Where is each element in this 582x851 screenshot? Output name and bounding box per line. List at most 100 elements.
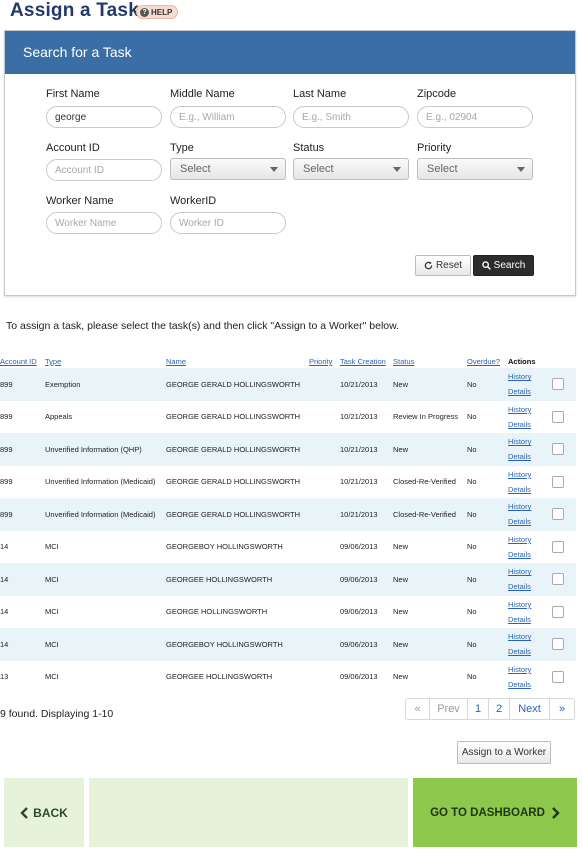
question-icon: ? — [140, 7, 149, 17]
details-link[interactable]: Details — [508, 644, 549, 659]
cell-type: MCI — [45, 542, 59, 552]
page-2-button[interactable]: 2 — [489, 699, 510, 719]
cell-status: New — [393, 563, 467, 596]
cell-overdue: No — [467, 368, 508, 401]
cell-name: GEORGE GERALD HOLLINGSWORTH — [166, 498, 309, 531]
chevron-right-icon — [552, 806, 560, 819]
type-select[interactable]: Select — [170, 158, 286, 180]
table-row: 13 MCI GEORGEE HOLLINGSWORTH 09/06/2013 … — [0, 661, 576, 694]
details-link[interactable]: Details — [508, 547, 549, 562]
cell-overdue: No — [467, 542, 477, 552]
table-row: 899 Appeals GEORGE GERALD HOLLINGSWORTH … — [0, 401, 576, 434]
row-select-checkbox[interactable] — [552, 605, 564, 618]
cell-account-id: 899 — [0, 498, 45, 531]
go-to-dashboard-button[interactable]: GO TO DASHBOARD — [413, 778, 577, 847]
column-header-name[interactable]: Name — [166, 357, 186, 366]
back-button[interactable]: BACK — [4, 778, 84, 847]
account-id-input[interactable] — [46, 159, 162, 181]
history-link[interactable]: History — [508, 434, 549, 449]
last-name-input[interactable] — [293, 106, 409, 128]
history-link[interactable]: History — [508, 532, 549, 547]
details-link[interactable]: Details — [508, 612, 549, 627]
details-link[interactable]: Details — [508, 482, 549, 497]
row-select-checkbox[interactable] — [552, 443, 564, 456]
search-button[interactable]: Search — [473, 255, 534, 276]
history-link[interactable]: History — [508, 629, 549, 644]
cell-overdue: No — [467, 412, 477, 422]
middle-name-label: Middle Name — [170, 88, 235, 100]
history-link[interactable]: History — [508, 467, 549, 482]
column-header-overdue[interactable]: Overdue? — [467, 357, 500, 366]
row-select-checkbox[interactable] — [552, 573, 564, 586]
column-header-type[interactable]: Type — [45, 357, 61, 366]
account-id-label: Account ID — [46, 142, 100, 154]
details-link[interactable]: Details — [508, 417, 549, 432]
history-link[interactable]: History — [508, 597, 549, 612]
first-page-button[interactable]: « — [406, 699, 430, 719]
history-link[interactable]: History — [508, 662, 549, 677]
row-select-checkbox[interactable] — [552, 410, 564, 423]
cell-task-creation: 09/06/2013 — [340, 607, 378, 617]
column-header-status[interactable]: Status — [393, 357, 414, 366]
first-name-input[interactable] — [46, 106, 162, 128]
chevron-down-icon — [270, 167, 278, 172]
search-panel-title: Search for a Task — [5, 31, 575, 74]
row-select-checkbox[interactable] — [552, 670, 564, 683]
row-select-checkbox[interactable] — [552, 475, 564, 488]
instructions-text: To assign a task, please select the task… — [6, 320, 400, 332]
history-link[interactable]: History — [508, 499, 549, 514]
history-link[interactable]: History — [508, 564, 549, 579]
details-link[interactable]: Details — [508, 449, 549, 464]
page-1-button[interactable]: 1 — [468, 699, 489, 719]
history-link[interactable]: History — [508, 369, 549, 384]
details-link[interactable]: Details — [508, 384, 549, 399]
middle-name-input[interactable] — [170, 106, 286, 128]
details-link[interactable]: Details — [508, 677, 549, 692]
chevron-left-icon — [20, 806, 29, 819]
details-link[interactable]: Details — [508, 579, 549, 594]
cell-type: Appeals — [45, 412, 73, 422]
cell-name: GEORGE GERALD HOLLINGSWORTH — [166, 368, 309, 401]
priority-select[interactable]: Select — [417, 158, 533, 180]
status-select[interactable]: Select — [293, 158, 409, 180]
prev-page-button[interactable]: Prev — [430, 699, 468, 719]
help-button[interactable]: ? HELP — [136, 5, 179, 19]
history-link[interactable]: History — [508, 402, 549, 417]
worker-id-input[interactable] — [170, 212, 286, 234]
row-select-checkbox[interactable] — [552, 508, 564, 521]
cell-task-creation: 10/21/2013 — [340, 433, 393, 466]
column-header-task-creation[interactable]: Task Creation — [340, 357, 386, 366]
cell-type: MCI — [45, 607, 59, 617]
status-label: Status — [293, 142, 325, 154]
cell-overdue: No — [467, 498, 508, 531]
cell-name: GEORGE HOLLINGSWORTH — [166, 607, 268, 617]
cell-overdue: No — [467, 433, 508, 466]
details-link[interactable]: Details — [508, 514, 549, 529]
cell-priority — [309, 368, 340, 401]
cell-overdue: No — [467, 563, 508, 596]
cell-task-creation: 10/21/2013 — [340, 368, 393, 401]
table-row: 899 Unverified Information (Medicaid) GE… — [0, 466, 576, 499]
cell-priority — [309, 433, 340, 466]
next-page-button[interactable]: Next — [510, 699, 550, 719]
assign-to-worker-button[interactable]: Assign to a Worker — [457, 741, 551, 764]
search-label: Search — [493, 260, 526, 271]
cell-status: New — [393, 607, 409, 617]
row-select-checkbox[interactable] — [552, 540, 564, 553]
type-label: Type — [170, 142, 194, 154]
cell-type: Exemption — [45, 368, 166, 401]
row-select-checkbox[interactable] — [552, 378, 564, 391]
zipcode-label: Zipcode — [417, 88, 457, 100]
worker-name-input[interactable] — [46, 212, 162, 234]
footer-spacer — [89, 778, 408, 847]
table-header-row: Account ID Type Name Priority Task Creat… — [0, 353, 576, 368]
cell-name: GEORGEE HOLLINGSWORTH — [166, 672, 273, 682]
column-header-priority[interactable]: Priority — [309, 357, 332, 366]
row-select-checkbox[interactable] — [552, 638, 564, 651]
zipcode-input[interactable] — [417, 106, 533, 128]
cell-type: MCI — [45, 563, 166, 596]
column-header-account-id[interactable]: Account ID — [0, 357, 37, 366]
worker-id-label: WorkerID — [170, 195, 217, 207]
reset-button[interactable]: Reset — [415, 255, 471, 276]
last-page-button[interactable]: » — [550, 699, 574, 719]
